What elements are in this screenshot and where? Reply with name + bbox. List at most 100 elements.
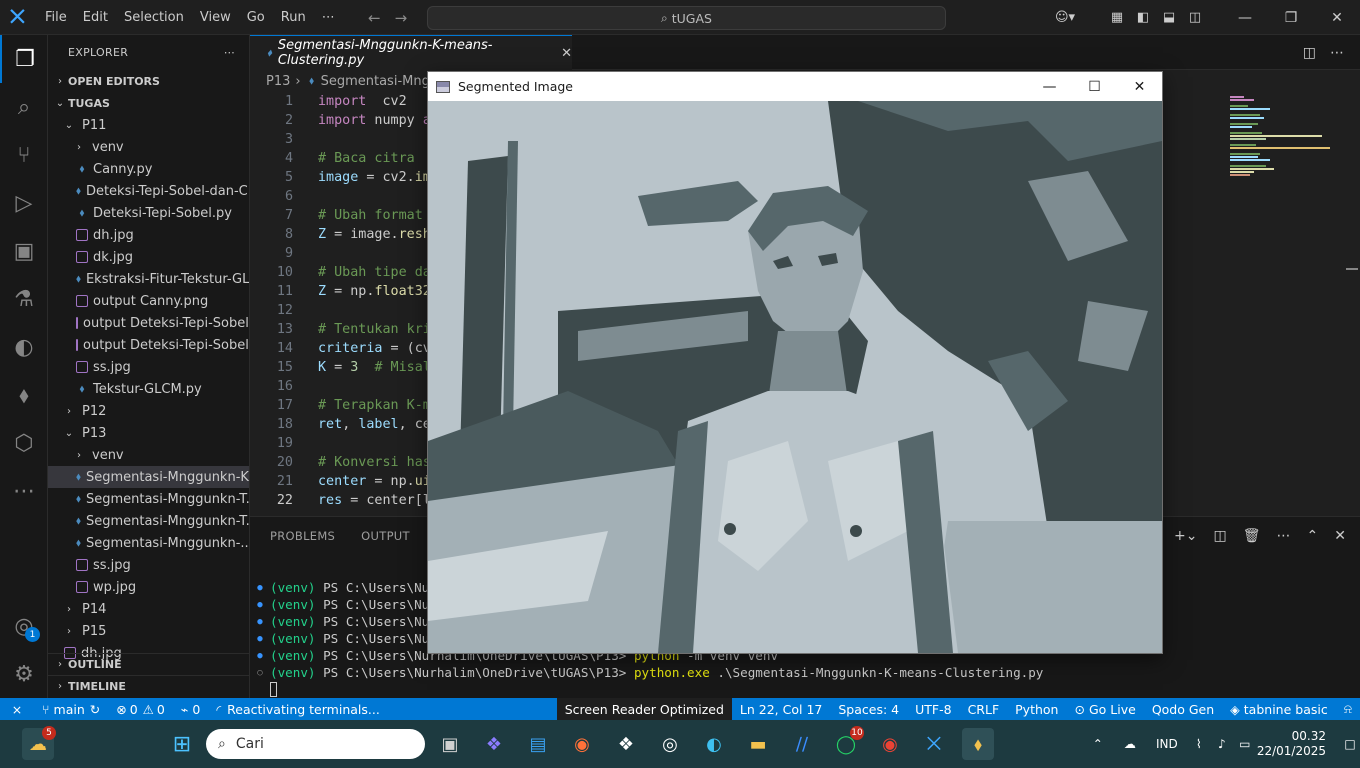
testing-icon[interactable]: ⚗ bbox=[0, 275, 48, 323]
menu-file[interactable]: File bbox=[37, 0, 75, 35]
steam-icon[interactable]: ◎ bbox=[654, 728, 686, 760]
command-success-icon[interactable]: ● bbox=[250, 600, 270, 610]
outline-section[interactable]: › OUTLINE bbox=[48, 653, 249, 675]
file-item[interactable]: output Canny.png bbox=[48, 290, 249, 312]
tab-output[interactable]: OUTPUT bbox=[361, 529, 410, 543]
copilot-taskbar-icon[interactable]: ❖ bbox=[478, 728, 510, 760]
folder-item[interactable]: › venv bbox=[48, 136, 249, 158]
command-center-search[interactable]: ⌕ tUGAS bbox=[427, 6, 946, 30]
command-success-icon[interactable]: ● bbox=[250, 651, 270, 661]
firefox-icon[interactable]: ◉ bbox=[566, 728, 598, 760]
indentation-status[interactable]: Spaces: 4 bbox=[830, 698, 907, 720]
file-item[interactable]: ss.jpg bbox=[48, 356, 249, 378]
command-success-icon[interactable]: ● bbox=[250, 583, 270, 593]
qodo-gen-status[interactable]: Qodo Gen bbox=[1144, 698, 1222, 720]
folder-item[interactable]: › P14 bbox=[48, 598, 249, 620]
breadcrumb-file[interactable]: Segmentasi-Mngg bbox=[321, 74, 439, 89]
minimap[interactable] bbox=[1230, 92, 1350, 512]
workspace-section[interactable]: ⌄ TUGAS bbox=[48, 92, 249, 114]
back-arrow-icon[interactable]: ← bbox=[368, 9, 381, 27]
toggle-panel-icon[interactable]: ⬓ bbox=[1156, 10, 1182, 25]
folder-item[interactable]: ⌄ P11 bbox=[48, 114, 249, 136]
menu-run[interactable]: Run bbox=[273, 0, 314, 35]
settings-gear-icon[interactable]: ⚙ bbox=[0, 650, 48, 698]
accounts-icon[interactable]: ◎ 1 bbox=[0, 602, 48, 650]
file-item[interactable]: ⬧ Tekstur-GLCM.py bbox=[48, 378, 249, 400]
python-icon[interactable]: ⬧ bbox=[0, 371, 48, 419]
folder-item[interactable]: › P12 bbox=[48, 400, 249, 422]
docker-icon[interactable]: ⬡ bbox=[0, 419, 48, 467]
edge-icon[interactable]: ◐ bbox=[698, 728, 730, 760]
more-views-icon[interactable]: ⋯ bbox=[0, 467, 48, 515]
wifi-icon[interactable]: ⌇ bbox=[1187, 737, 1211, 751]
file-item[interactable]: ss.jpg bbox=[48, 554, 249, 576]
forward-arrow-icon[interactable]: → bbox=[395, 9, 408, 27]
split-editor-icon[interactable]: ◫ bbox=[1303, 45, 1316, 61]
input-language[interactable]: IND bbox=[1147, 737, 1187, 751]
extensions-icon[interactable]: ▣ bbox=[0, 227, 48, 275]
encoding-status[interactable]: UTF-8 bbox=[907, 698, 959, 720]
open-editors-section[interactable]: › OPEN EDITORS bbox=[48, 70, 249, 92]
file-item[interactable]: dh.jpg bbox=[48, 224, 249, 246]
cursor-position[interactable]: Ln 22, Col 17 bbox=[732, 698, 830, 720]
split-terminal-icon[interactable]: ◫ bbox=[1214, 528, 1227, 544]
vscode-taskbar-icon[interactable]: ⨉ bbox=[918, 728, 950, 760]
chrome-icon[interactable]: ◉ bbox=[874, 728, 906, 760]
problems-status[interactable]: ⊗ 0 ⚠ 0 bbox=[108, 698, 173, 720]
go-live-button[interactable]: ⊙ Go Live bbox=[1066, 698, 1143, 720]
clock[interactable]: 00.32 22/01/2025 bbox=[1257, 729, 1340, 759]
breadcrumb-folder[interactable]: P13 bbox=[266, 74, 290, 89]
file-item[interactable]: wp.jpg bbox=[48, 576, 249, 598]
image-close-button[interactable]: ✕ bbox=[1117, 72, 1162, 101]
panel-more-icon[interactable]: ⋯ bbox=[1277, 528, 1291, 544]
vpn-icon[interactable]: ☁ bbox=[1113, 737, 1147, 751]
task-view-icon[interactable]: ▣ bbox=[434, 728, 466, 760]
close-panel-icon[interactable]: ✕ bbox=[1334, 528, 1346, 544]
menu-selection[interactable]: Selection bbox=[116, 0, 192, 35]
screen-reader-status[interactable]: Screen Reader Optimized bbox=[556, 698, 732, 720]
widgets-icon[interactable]: ☁ 5 bbox=[22, 726, 56, 760]
kill-terminal-icon[interactable]: 🗑 bbox=[1243, 528, 1261, 544]
remote-icon[interactable]: ⨯ bbox=[0, 698, 34, 720]
timeline-section[interactable]: › TIMELINE bbox=[48, 675, 249, 697]
minimize-button[interactable]: — bbox=[1222, 0, 1268, 35]
command-success-icon[interactable]: ● bbox=[250, 634, 270, 644]
show-hidden-icons-icon[interactable]: ⌃ bbox=[1083, 737, 1113, 751]
file-item[interactable]: output Deteksi-Tepi-Sobel... bbox=[48, 334, 249, 356]
store-icon[interactable]: ▤ bbox=[522, 728, 554, 760]
file-item[interactable]: ⬧ Segmentasi-Mnggunkn-T... bbox=[48, 488, 249, 510]
new-terminal-icon[interactable]: +⌄ bbox=[1174, 528, 1197, 544]
python-taskbar-icon[interactable]: ⬧ bbox=[962, 728, 994, 760]
whatsapp-icon[interactable]: ◯ 10 bbox=[830, 726, 864, 760]
editor-scrollbar[interactable] bbox=[1346, 268, 1358, 270]
menu-edit[interactable]: Edit bbox=[75, 0, 116, 35]
tab-active-file[interactable]: ⬧ Segmentasi-Mnggunkn-K-means-Clustering… bbox=[250, 35, 572, 70]
file-item[interactable]: ⬧ Segmentasi-Mnggunkn-T... bbox=[48, 510, 249, 532]
branch-status[interactable]: ⑂ main ↻ bbox=[34, 698, 108, 720]
edge-devtools-icon[interactable]: ◐ bbox=[0, 323, 48, 371]
file-item[interactable]: ⬧ Canny.py bbox=[48, 158, 249, 180]
language-status[interactable]: Python bbox=[1007, 698, 1066, 720]
restore-button[interactable]: ❐ bbox=[1268, 0, 1314, 35]
source-control-icon[interactable]: ⑂ bbox=[0, 131, 48, 179]
editor-more-icon[interactable]: ⋯ bbox=[1330, 45, 1344, 61]
notification-center-icon[interactable]: □ bbox=[1340, 737, 1360, 751]
ports-status[interactable]: ⌁ 0 bbox=[173, 698, 208, 720]
explorer-more-icon[interactable]: ⋯ bbox=[224, 46, 235, 59]
notifications-bell-icon[interactable]: ⍾ bbox=[1336, 698, 1360, 720]
toggle-sidebar-icon[interactable]: ◧ bbox=[1130, 10, 1156, 25]
close-window-button[interactable]: ✕ bbox=[1314, 0, 1360, 35]
file-explorer-icon[interactable]: ▬ bbox=[742, 728, 774, 760]
maximize-panel-icon[interactable]: ⌃ bbox=[1307, 528, 1319, 544]
file-item[interactable]: ⬧ Segmentasi-Mnggunkn-... bbox=[48, 532, 249, 554]
file-item[interactable]: output Deteksi-Tepi-Sobel... bbox=[48, 312, 249, 334]
file-item[interactable]: ⬧ Deteksi-Tepi-Sobel.py bbox=[48, 202, 249, 224]
command-success-icon[interactable]: ● bbox=[250, 617, 270, 627]
customize-layout-icon[interactable]: ▦ bbox=[1104, 10, 1130, 25]
tabnine-status[interactable]: ◈ tabnine basic bbox=[1222, 698, 1336, 720]
command-pending-icon[interactable]: ○ bbox=[250, 668, 270, 678]
dropbox-icon[interactable]: ❖ bbox=[610, 728, 642, 760]
battery-icon[interactable]: ▭ bbox=[1233, 737, 1257, 751]
folder-item[interactable]: › venv bbox=[48, 444, 249, 466]
image-minimize-button[interactable]: — bbox=[1027, 72, 1072, 101]
